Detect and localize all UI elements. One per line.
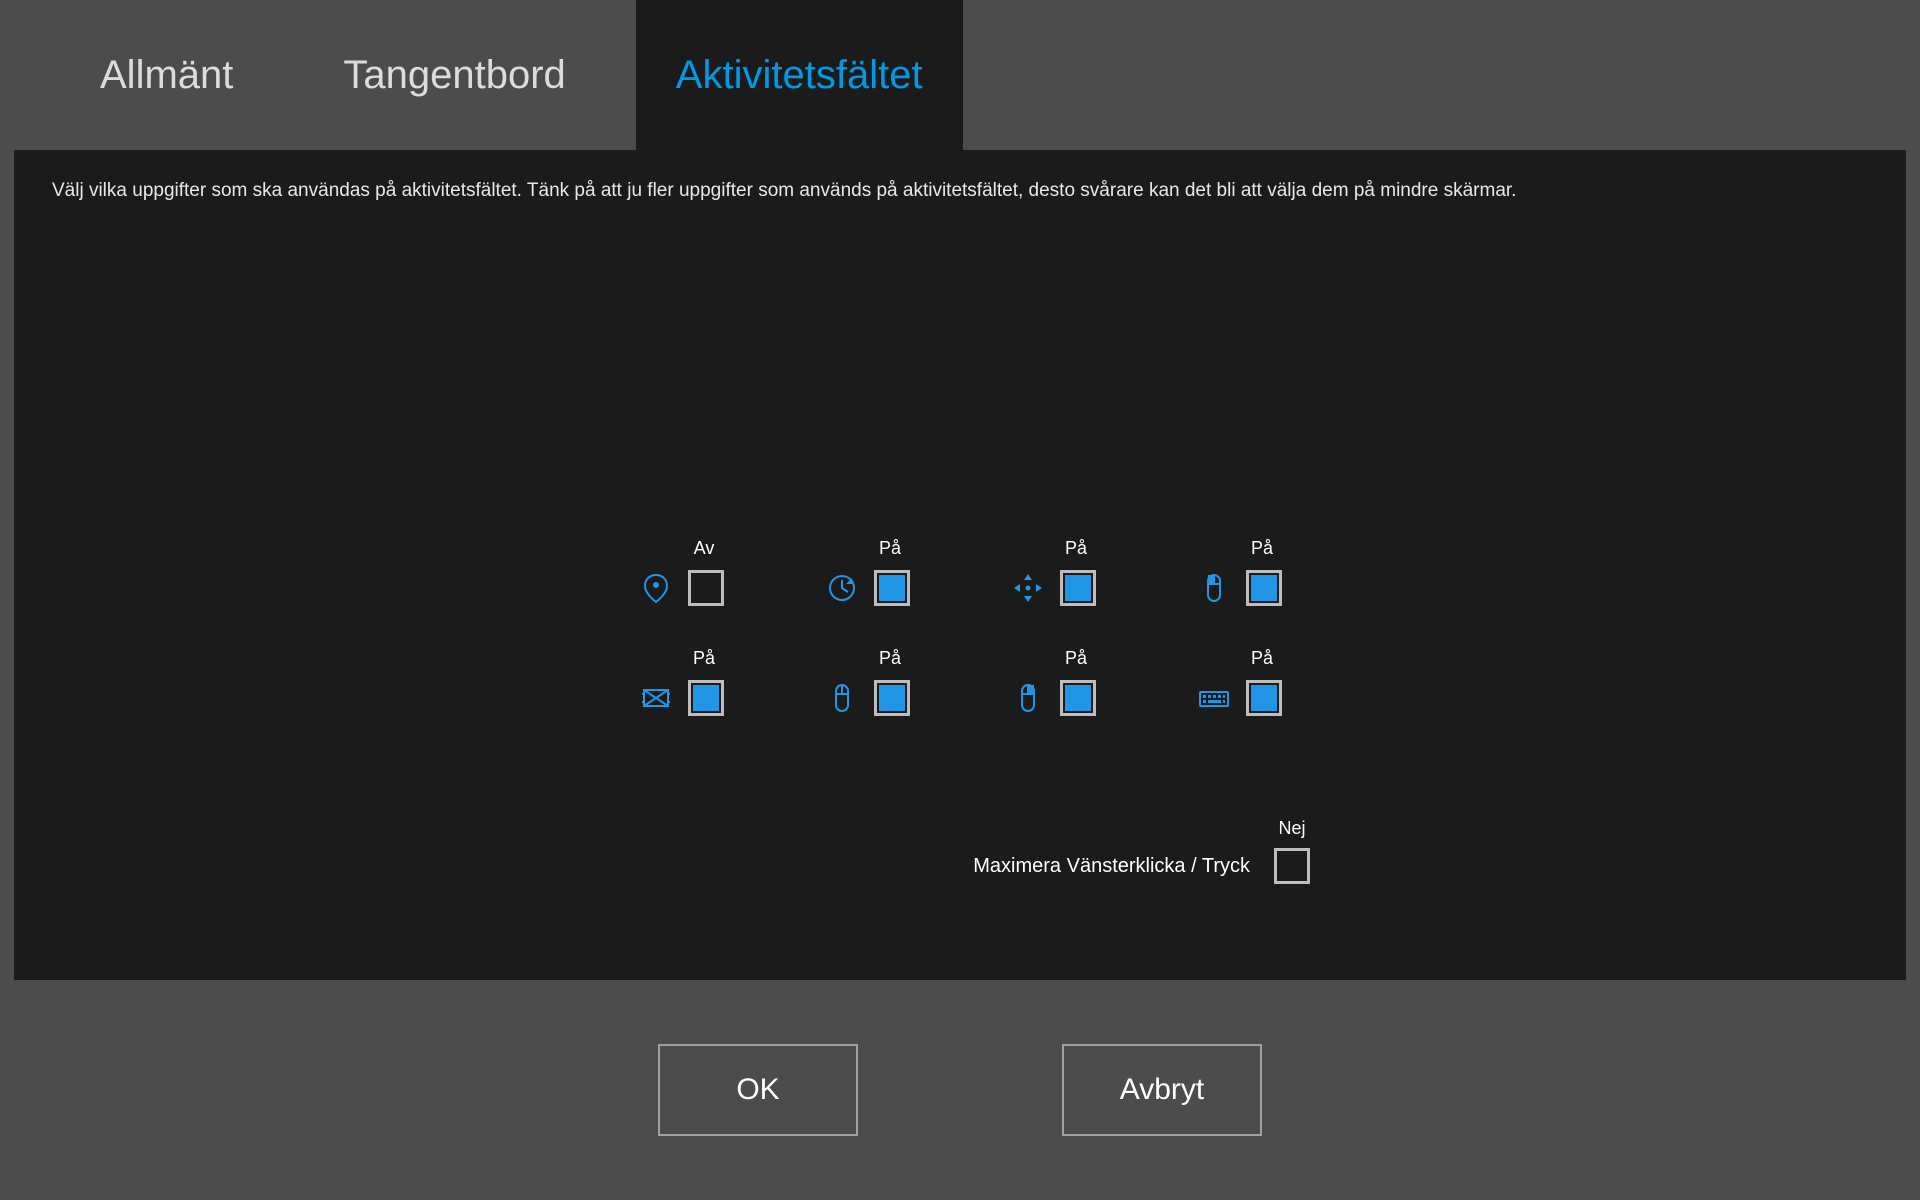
toggle-state-label: På	[684, 648, 724, 669]
toggle-checkbox[interactable]	[1060, 570, 1096, 606]
cancel-button[interactable]: Avbryt	[1062, 1044, 1262, 1136]
toggle-state-label: Av	[684, 538, 724, 559]
toggle-mouse-left: På	[1196, 570, 1282, 606]
toggle-mouse-right: På	[1010, 680, 1096, 716]
mouse-left-icon	[1196, 570, 1232, 606]
location-icon	[638, 570, 674, 606]
calibrate-icon	[638, 680, 674, 716]
toggle-move: På	[1010, 570, 1096, 606]
toggle-state-label: På	[1056, 538, 1096, 559]
keyboard-icon	[1196, 680, 1232, 716]
toggle-checkbox[interactable]	[874, 680, 910, 716]
toggle-state-label: På	[870, 648, 910, 669]
tab-taskbar[interactable]: Aktivitetsfältet	[636, 0, 963, 150]
move-icon	[1010, 570, 1046, 606]
toggle-refresh: På	[824, 570, 910, 606]
toggle-checkbox[interactable]	[688, 570, 724, 606]
toggle-checkbox[interactable]	[874, 570, 910, 606]
panel-description: Välj vilka uppgifter som ska användas på…	[52, 180, 1868, 202]
tab-general[interactable]: Allmänt	[60, 0, 273, 150]
dialog-buttons: OK Avbryt	[0, 980, 1920, 1200]
toggle-calibrate: På	[638, 680, 724, 716]
mouse-right-icon	[1010, 680, 1046, 716]
toggle-state-label: På	[1242, 538, 1282, 559]
toggle-checkbox[interactable]	[1246, 570, 1282, 606]
toggle-state-label: På	[870, 538, 910, 559]
tab-keyboard[interactable]: Tangentbord	[303, 0, 605, 150]
refresh-icon	[824, 570, 860, 606]
maximize-state-label: Nej	[1278, 818, 1305, 839]
toggle-state-label: På	[1056, 648, 1096, 669]
toggle-location: Av	[638, 570, 724, 606]
toggle-keyboard: På	[1196, 680, 1282, 716]
toggle-row-1: Av På	[638, 570, 1282, 606]
maximize-checkbox[interactable]	[1274, 848, 1310, 884]
taskbar-panel: Välj vilka uppgifter som ska användas på…	[14, 150, 1906, 980]
ok-button[interactable]: OK	[658, 1044, 858, 1136]
maximize-label: Maximera Vänsterklicka / Tryck	[973, 855, 1250, 878]
mouse-icon	[824, 680, 860, 716]
toggle-checkbox[interactable]	[1246, 680, 1282, 716]
toggle-row-2: På På	[638, 680, 1282, 716]
toggle-checkbox[interactable]	[688, 680, 724, 716]
maximize-row: Maximera Vänsterklicka / Tryck Nej	[610, 848, 1310, 884]
toggle-grid: Av På	[638, 570, 1282, 716]
toggle-mouse: På	[824, 680, 910, 716]
toggle-checkbox[interactable]	[1060, 680, 1096, 716]
toggle-state-label: På	[1242, 648, 1282, 669]
tab-bar: Allmänt Tangentbord Aktivitetsfältet	[0, 0, 1920, 150]
